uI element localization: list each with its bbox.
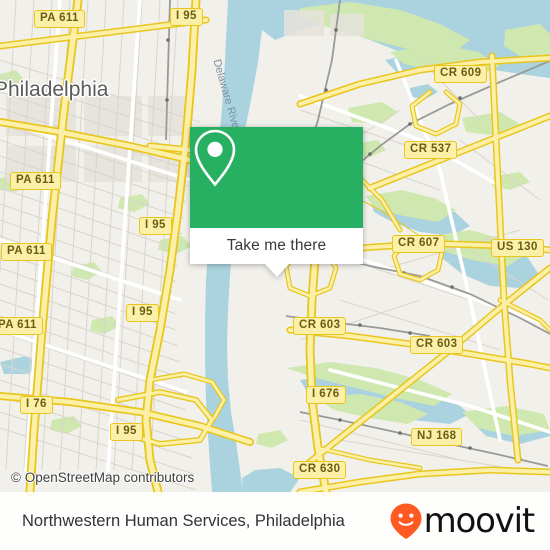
road-shield: CR 609 <box>434 65 488 83</box>
road-shield: PA 611 <box>10 172 61 190</box>
road-shield: US 130 <box>491 239 544 257</box>
road-shield: PA 611 <box>0 317 43 335</box>
moovit-logo[interactable]: moovit <box>389 501 536 541</box>
road-shield: CR 607 <box>392 235 446 253</box>
road-shield: I 95 <box>110 423 143 441</box>
road-shield: I 95 <box>139 217 172 235</box>
road-shield: I 676 <box>306 386 346 404</box>
road-shield: I 95 <box>170 8 203 26</box>
callout-pointer <box>264 264 289 277</box>
city-label: Philadelphia <box>0 78 109 101</box>
road-shield: I 95 <box>126 304 159 322</box>
road-shield: PA 611 <box>34 10 85 28</box>
callout-image-panel <box>190 127 363 228</box>
map-pin-icon <box>194 129 236 187</box>
page-title: Northwestern Human Services, Philadelphi… <box>22 511 345 530</box>
location-callout[interactable]: Take me there <box>190 127 363 277</box>
road-shield: CR 603 <box>293 317 347 335</box>
footer-bar: Northwestern Human Services, Philadelphi… <box>0 492 550 550</box>
map-screenshot: Philadelphia Delaware River PA 611 I 95 CR… <box>0 0 550 550</box>
moovit-smiley-pin-icon <box>390 503 422 539</box>
road-shield: CR 537 <box>404 141 458 159</box>
road-shield: CR 603 <box>410 336 464 354</box>
road-shield: NJ 168 <box>411 428 463 446</box>
road-shield: CR 630 <box>293 461 347 479</box>
take-me-there-label: Take me there <box>226 237 327 254</box>
map-canvas[interactable]: Philadelphia Delaware River PA 611 I 95 CR… <box>0 0 550 550</box>
road-shield: PA 611 <box>1 243 52 261</box>
road-shield: I 76 <box>20 396 53 414</box>
take-me-there-button[interactable]: Take me there <box>190 228 363 277</box>
osm-attribution[interactable]: © OpenStreetMap contributors <box>11 470 194 485</box>
moovit-wordmark: moovit <box>423 501 536 541</box>
